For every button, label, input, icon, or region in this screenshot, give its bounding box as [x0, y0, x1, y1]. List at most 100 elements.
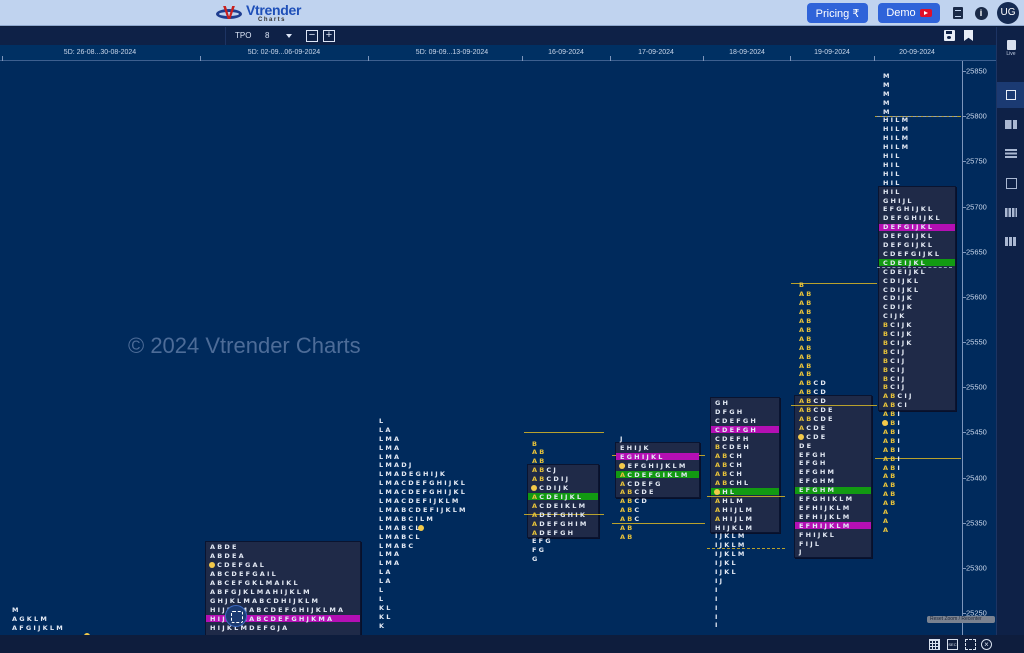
sidebar-item-single-view[interactable] — [997, 82, 1024, 108]
tpo-row: CDEIJKL — [883, 258, 928, 267]
chevron-down-icon[interactable] — [286, 34, 292, 38]
tpo-row: IJKLM — [715, 532, 747, 541]
sidebar-item-rows-view[interactable] — [997, 140, 1024, 166]
save-icon[interactable] — [944, 30, 955, 41]
tpo-row: IJKL — [715, 568, 738, 576]
price-tick-label: 25750 — [966, 156, 987, 166]
sidebar-item-split-view[interactable] — [997, 111, 1024, 137]
bottom-bar — [0, 635, 1024, 653]
tpo-row: DEFGHIJKLM — [620, 461, 688, 470]
split-layout-icon — [1005, 119, 1017, 129]
tpo-row: CDEFH — [715, 434, 751, 443]
tpo-row: LMA — [379, 452, 402, 461]
session-date-label[interactable]: 19-09-2024 — [814, 49, 850, 56]
tpo-row: ACDEFGIKLM — [620, 470, 690, 479]
right-sidebar: Live — [996, 27, 1024, 635]
sidebar-item-columns-view[interactable] — [997, 199, 1024, 225]
vtrender-logo[interactable]: V Vtrender Charts — [214, 2, 301, 24]
session-date-label[interactable]: 16-09-2024 — [548, 49, 584, 56]
tpo-row: ABCJ — [532, 466, 558, 475]
date-axis: 5D: 26-08...30-08-2024 5D: 02-09...06-09-… — [0, 45, 996, 61]
info-icon[interactable]: i — [973, 5, 989, 21]
tpo-row: EFHIJKLM — [799, 512, 852, 521]
zoom-out-button[interactable]: − — [306, 30, 318, 42]
reference-dashed-line — [877, 267, 952, 269]
tpo-row: LMABCL — [379, 532, 422, 541]
tpo-row: LMACDEFGHIJKL — [379, 479, 468, 488]
tpo-size-select[interactable]: 8 — [265, 31, 269, 40]
sidebar-item-live[interactable]: Live — [997, 31, 1024, 65]
session-date-label[interactable]: 5D: 02-09...06-09-2024 — [248, 49, 320, 56]
tpo-row: ADEFGH — [532, 528, 576, 537]
price-tick-label: 25350 — [966, 518, 987, 528]
price-tick-label: 25300 — [966, 563, 987, 573]
tpo-row: B — [799, 281, 807, 290]
logo-subtext: Charts — [258, 17, 287, 23]
tpo-row: ACDEIKLM — [532, 501, 588, 510]
tpo-row: DEFGIJKL — [883, 223, 935, 232]
live-label: Live — [1006, 50, 1016, 57]
tpo-row: GHJKLMABCDHIJKLM — [210, 596, 321, 605]
tpo-row: ABC — [620, 515, 642, 524]
session-divider-tick — [368, 56, 369, 61]
session-date-label[interactable]: 5D: 26-08...30-08-2024 — [64, 49, 136, 56]
close-icon[interactable]: × — [981, 639, 992, 650]
session-date-label[interactable]: 5D: 09-09...13-09-2024 — [416, 49, 488, 56]
tpo-row: ABCD — [799, 388, 828, 397]
tpo-row: LMACDEFGHIJKL — [379, 488, 468, 497]
tpo-row: DEFGHIJKL — [883, 214, 942, 223]
demo-button[interactable]: Demo — [878, 3, 940, 23]
tpo-row: ADEFGHIM — [532, 519, 589, 528]
sidebar-item-grid-view[interactable] — [997, 170, 1024, 196]
tpo-row: HIL — [883, 152, 902, 160]
tpo-row: AHIJLM — [715, 505, 755, 514]
tpo-row: AB — [799, 343, 814, 352]
price-tick-label: 25450 — [966, 427, 987, 437]
tpo-row: LMA — [379, 559, 402, 568]
live-doc-icon — [1006, 39, 1016, 50]
zoom-in-button[interactable]: + — [323, 30, 335, 42]
sec-toggle-button[interactable]: SEC — [947, 639, 958, 650]
tpo-row: HIL — [883, 178, 902, 187]
fit-screen-icon[interactable] — [965, 639, 976, 650]
tpo-row: BCIJ — [883, 374, 907, 383]
user-avatar[interactable]: UG — [997, 2, 1019, 24]
tpo-row: ABCH — [715, 470, 745, 479]
tpo-chart-area[interactable]: 5D: 26-08...30-08-2024 5D: 02-09...06-09-… — [0, 45, 996, 635]
tpo-row: DEFGIJKL — [883, 232, 935, 241]
sidebar-item-matrix-view[interactable] — [997, 228, 1024, 254]
tpo-row: B — [532, 439, 540, 448]
tpo-row: AB — [799, 317, 814, 326]
tpo-row: AB — [799, 308, 814, 317]
tpo-row: ABDEA — [210, 552, 246, 561]
tpo-row: AFGIJKLM — [12, 623, 65, 632]
tpo-row: DE — [799, 441, 814, 450]
tpo-row: L — [379, 586, 386, 595]
tpo-row: AB — [532, 448, 547, 457]
tpo-row: I — [715, 585, 720, 594]
tpo-row: M — [883, 80, 892, 89]
logo-icon: V — [214, 4, 244, 22]
tpo-row: AB — [799, 290, 814, 299]
pricing-button[interactable]: Pricing ₹ — [807, 3, 868, 23]
tpo-row: AB — [799, 370, 814, 379]
tpo-row: LA — [379, 568, 393, 577]
tpo-label: TPO — [235, 31, 252, 40]
grid-layout-icon — [1005, 177, 1017, 189]
tpo-row: LMADJ — [379, 461, 414, 470]
tpo-row: AB — [883, 490, 898, 499]
tpo-row: EFGH — [799, 459, 828, 468]
notes-icon[interactable] — [950, 5, 966, 21]
tpo-row: ADEFGHIK — [532, 510, 588, 519]
tpo-row: IJKL — [715, 559, 738, 568]
tpo-row: ABI — [883, 436, 903, 445]
tpo-row: LMABC — [379, 541, 416, 550]
session-date-label[interactable]: 17-09-2024 — [638, 49, 674, 56]
tpo-row: ABCHL — [715, 479, 751, 487]
grid-toggle-icon[interactable] — [929, 639, 940, 650]
session-date-label[interactable]: 18-09-2024 — [729, 49, 765, 56]
session-date-label[interactable]: 20-09-2024 — [899, 49, 935, 56]
tpo-row: BCIJ — [883, 383, 907, 392]
tpo-row: I — [715, 594, 720, 603]
tpo-row: AB — [883, 481, 898, 490]
